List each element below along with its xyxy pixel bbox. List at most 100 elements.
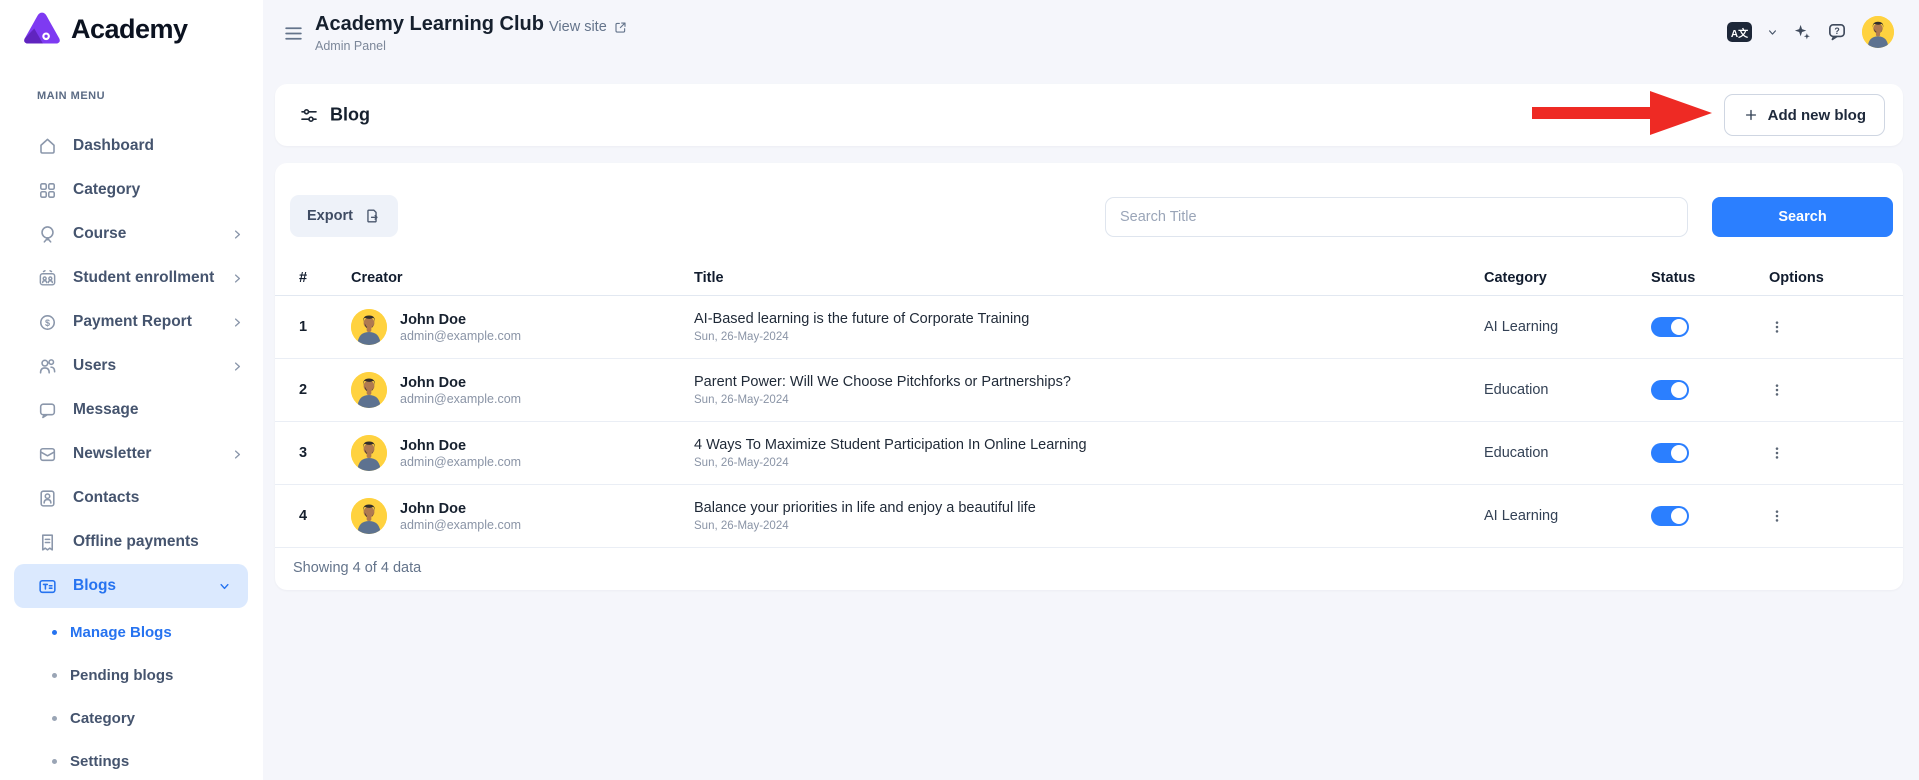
blog-date: Sun, 26-May-2024 [694, 457, 1484, 469]
bullet-icon [52, 759, 57, 764]
options-menu-button[interactable] [1763, 441, 1791, 465]
options-menu-button[interactable] [1763, 378, 1791, 402]
page-title: Blog [330, 105, 370, 126]
table-row: 1 John Doe admin@example.com AI-Based le… [275, 296, 1903, 359]
title-cell: 4 Ways To Maximize Student Participation… [694, 437, 1484, 469]
sidebar-item-dashboard[interactable]: Dashboard [0, 124, 263, 168]
creator-email: admin@example.com [400, 392, 521, 406]
chevron-down-icon[interactable] [1766, 26, 1779, 39]
hamburger-menu-icon[interactable] [283, 23, 304, 40]
add-new-blog-button[interactable]: Add new blog [1724, 94, 1885, 136]
sidebar-item-category[interactable]: Category [0, 168, 263, 212]
creator-email: admin@example.com [400, 329, 521, 343]
creator-name: John Doe [400, 438, 521, 454]
chevron-icon [230, 447, 245, 462]
blog-title[interactable]: AI-Based learning is the future of Corpo… [694, 311, 1484, 327]
chevron-icon [217, 579, 232, 594]
sidebar-item-course[interactable]: Course [0, 212, 263, 256]
blog-table-card: Export Search #CreatorTitleCategoryStatu… [275, 163, 1903, 590]
sidebar-item-blogs[interactable]: Blogs [14, 564, 248, 608]
toggle-knob [1671, 508, 1687, 524]
blog-table: #CreatorTitleCategoryStatusOptions 1 Joh… [275, 260, 1903, 548]
status-cell [1651, 317, 1769, 337]
sidebar-item-offline-payments[interactable]: Offline payments [0, 520, 263, 564]
brand-name: Academy [71, 14, 188, 45]
view-site-link[interactable]: View site [549, 19, 628, 35]
category-cell: Education [1484, 445, 1651, 461]
annotation-arrow [1532, 84, 1712, 142]
blog-title[interactable]: Balance your priorities in life and enjo… [694, 500, 1484, 516]
options-menu-button[interactable] [1763, 504, 1791, 528]
export-label: Export [307, 208, 353, 224]
table-header: #CreatorTitleCategoryStatusOptions [275, 260, 1903, 296]
contacts-icon [37, 488, 58, 509]
brand-logo-icon [22, 10, 62, 48]
help-chat-icon[interactable] [1826, 21, 1848, 43]
sidebar-section-label: MAIN MENU [37, 90, 105, 102]
creator-avatar [351, 372, 387, 408]
table-row: 2 John Doe admin@example.com Parent Powe… [275, 359, 1903, 422]
sparkles-icon[interactable] [1793, 23, 1812, 42]
payment-icon [37, 312, 58, 333]
toggle-knob [1671, 319, 1687, 335]
title-cell: Balance your priorities in life and enjo… [694, 500, 1484, 532]
blog-title[interactable]: Parent Power: Will We Choose Pitchforks … [694, 374, 1484, 390]
options-menu-button[interactable] [1763, 315, 1791, 339]
sidebar-item-student-enrollment[interactable]: Student enrollment [0, 256, 263, 300]
blog-date: Sun, 26-May-2024 [694, 520, 1484, 532]
sidebar-subitem-settings[interactable]: Settings [0, 740, 263, 780]
sidebar-menu: Dashboard Category Course Student enroll… [0, 124, 263, 608]
sidebar-item-payment-report[interactable]: Payment Report [0, 300, 263, 344]
sidebar-submenu: Manage Blogs Pending blogs Category Sett… [0, 611, 263, 780]
language-icon[interactable]: A文 [1727, 22, 1752, 42]
sidebar-subitem-manage-blogs[interactable]: Manage Blogs [0, 611, 263, 654]
title-cell: Parent Power: Will We Choose Pitchforks … [694, 374, 1484, 406]
receipt-icon [37, 532, 58, 553]
blog-title[interactable]: 4 Ways To Maximize Student Participation… [694, 437, 1484, 453]
creator-email: admin@example.com [400, 455, 521, 469]
creator-cell: John Doe admin@example.com [351, 435, 694, 471]
column-header-: # [299, 270, 351, 286]
bullet-icon [52, 673, 57, 678]
row-number: 3 [299, 445, 351, 461]
toggle-knob [1671, 382, 1687, 398]
sidebar-item-contacts[interactable]: Contacts [0, 476, 263, 520]
grid-icon [37, 180, 58, 201]
blog-date: Sun, 26-May-2024 [694, 394, 1484, 406]
sliders-icon [299, 105, 319, 125]
chevron-icon [230, 315, 245, 330]
creator-avatar [351, 435, 387, 471]
creator-name: John Doe [400, 375, 521, 391]
creator-avatar [351, 309, 387, 345]
status-toggle[interactable] [1651, 380, 1689, 400]
brand-logo[interactable]: Academy [22, 10, 188, 48]
column-header-options: Options [1769, 270, 1879, 286]
status-cell [1651, 443, 1769, 463]
sidebar-item-message[interactable]: Message [0, 388, 263, 432]
chevron-icon [230, 227, 245, 242]
sidebar-subitem-pending-blogs[interactable]: Pending blogs [0, 654, 263, 697]
topbar-actions: A文 [1727, 16, 1894, 48]
status-cell [1651, 506, 1769, 526]
export-button[interactable]: Export [290, 195, 398, 237]
creator-avatar [351, 498, 387, 534]
sidebar-item-newsletter[interactable]: Newsletter [0, 432, 263, 476]
row-number: 2 [299, 382, 351, 398]
creator-cell: John Doe admin@example.com [351, 498, 694, 534]
user-avatar[interactable] [1862, 16, 1894, 48]
status-toggle[interactable] [1651, 317, 1689, 337]
search-input[interactable] [1105, 197, 1688, 237]
status-toggle[interactable] [1651, 443, 1689, 463]
table-row: 4 John Doe admin@example.com Balance you… [275, 485, 1903, 548]
users-icon [37, 356, 58, 377]
sidebar-item-users[interactable]: Users [0, 344, 263, 388]
column-header-category: Category [1484, 270, 1651, 286]
status-toggle[interactable] [1651, 506, 1689, 526]
export-icon [363, 207, 381, 225]
column-header-creator: Creator [351, 270, 694, 286]
column-header-title: Title [694, 270, 1484, 286]
sidebar-subitem-category[interactable]: Category [0, 697, 263, 740]
title-cell: AI-Based learning is the future of Corpo… [694, 311, 1484, 343]
search-button[interactable]: Search [1712, 197, 1893, 237]
column-header-status: Status [1651, 270, 1769, 286]
